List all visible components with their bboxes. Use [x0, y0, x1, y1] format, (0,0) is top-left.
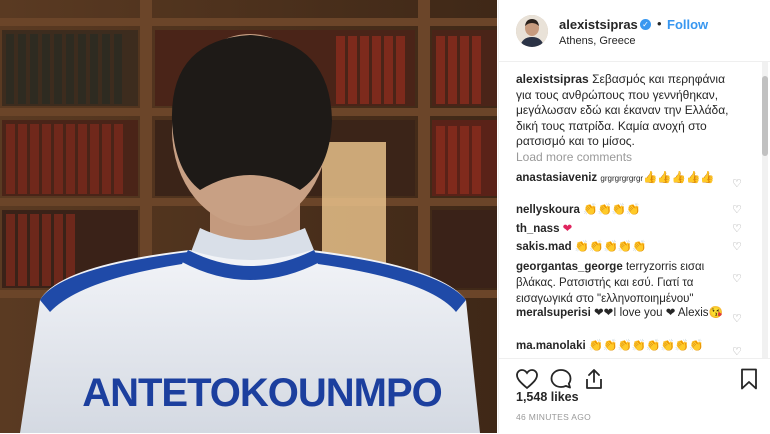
comment-username[interactable]: meralsuperisi [516, 307, 591, 319]
likes-count[interactable]: 1,548 likes [516, 390, 579, 404]
comment-like-heart-icon[interactable]: ♡ [732, 224, 742, 235]
comment-item: ma.manolaki 👏👏👏👏👏👏👏👏 [516, 338, 734, 354]
comments-scrollbar[interactable] [762, 62, 768, 358]
comments-list[interactable]: alexistsipras Σεβασμός και περηφάνια για… [499, 62, 761, 358]
location-link[interactable]: Athens, Greece [559, 35, 635, 47]
separator-dot: • [657, 16, 662, 31]
post-actions-bar: 1,548 likes 46 MINUTES AGO [499, 358, 770, 434]
comment-like-heart-icon[interactable]: ♡ [732, 314, 742, 325]
heart-icon[interactable] [515, 367, 539, 391]
verified-badge-icon: ✓ [640, 19, 651, 30]
comment-like-heart-icon[interactable]: ♡ [732, 205, 742, 216]
comment-item: nellyskoura 👏👏👏👏 [516, 202, 734, 218]
scrollbar-thumb[interactable] [762, 76, 768, 156]
comment-username[interactable]: nellyskoura [516, 204, 580, 216]
caption-username[interactable]: alexistsipras [516, 72, 589, 86]
load-more-comments-button[interactable]: Load more comments [516, 150, 632, 164]
comment-item: meralsuperisi ❤❤I love you ❤ Alexis😘 [516, 305, 734, 321]
post-side-panel: alexistsipras ✓ • Follow Athens, Greece … [498, 0, 770, 433]
comment-item: th_nass ❤ [516, 221, 734, 237]
comment-like-heart-icon[interactable]: ♡ [732, 179, 742, 190]
jersey-lettering: ANTETOKOUNMPO [82, 371, 442, 415]
post-photo[interactable]: ANTETOKOUNMPO [0, 0, 497, 433]
comment-like-heart-icon[interactable]: ♡ [732, 274, 742, 285]
post-timestamp[interactable]: 46 MINUTES AGO [516, 412, 591, 422]
username-link[interactable]: alexistsipras [559, 17, 638, 32]
comment-item: anastasiaveniz grgrgrgrgrgr👍👍👍👍👍 [516, 170, 734, 187]
comment-username[interactable]: anastasiaveniz [516, 172, 597, 184]
comment-text-prefix: grgrgrgrgrgr [600, 174, 644, 183]
comment-like-heart-icon[interactable]: ♡ [732, 347, 742, 358]
comment-text: 👏👏👏👏👏 [574, 241, 647, 253]
comment-text: 👏👏👏👏👏👏👏👏 [588, 340, 704, 352]
bookmark-icon[interactable] [737, 367, 761, 391]
share-icon[interactable] [582, 367, 606, 391]
comment-item: georgantas_george terryzorris εισαι βλάκ… [516, 259, 734, 307]
comment-like-heart-icon[interactable]: ♡ [732, 242, 742, 253]
comment-text: 👍👍👍👍👍 [643, 172, 715, 184]
comment-icon[interactable] [549, 367, 573, 391]
post-header: alexistsipras ✓ • Follow Athens, Greece [499, 0, 770, 62]
comment-username[interactable]: th_nass [516, 223, 559, 235]
comment-username[interactable]: georgantas_george [516, 261, 623, 273]
comment-text: 👏👏👏👏 [583, 204, 641, 216]
avatar[interactable] [516, 15, 548, 47]
photo-illustration: ANTETOKOUNMPO [0, 0, 497, 433]
post-caption: alexistsipras Σεβασμός και περηφάνια για… [516, 72, 742, 150]
comment-username[interactable]: sakis.mad [516, 241, 572, 253]
comment-item: sakis.mad 👏👏👏👏👏 [516, 239, 734, 255]
comment-text: ❤ [562, 223, 573, 235]
comment-username[interactable]: ma.manolaki [516, 340, 586, 352]
comment-text: ❤❤I love you ❤ Alexis😘 [594, 307, 723, 319]
follow-button[interactable]: Follow [667, 17, 708, 32]
